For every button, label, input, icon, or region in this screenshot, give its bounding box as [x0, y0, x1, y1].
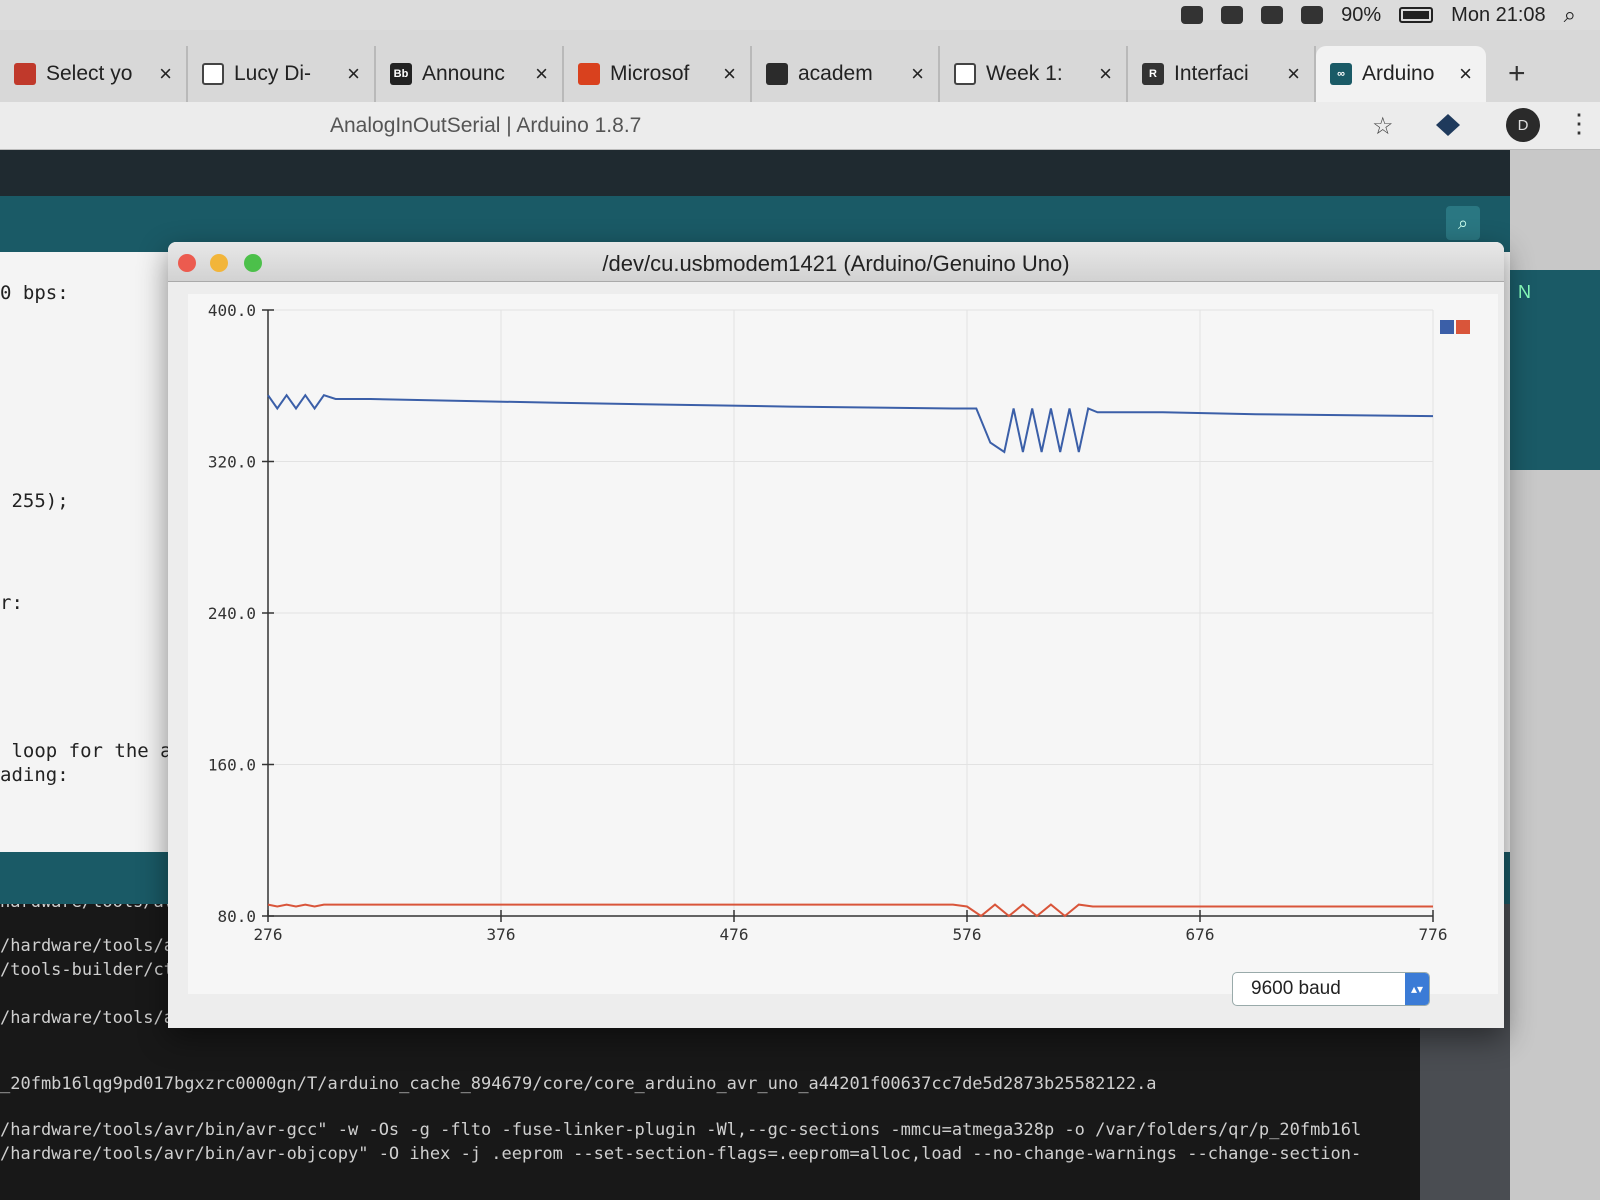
- code-line: 0 bps:: [0, 282, 69, 304]
- tab-close-icon[interactable]: ×: [1459, 61, 1472, 87]
- browser-tab[interactable]: Week 1: ×: [940, 46, 1128, 102]
- spotlight-search-icon[interactable]: ⌕: [1564, 2, 1576, 28]
- x-tick-label: 776: [1419, 925, 1448, 944]
- plot-area: 400.0 320.0 240.0 160.0 80.0 276 376 476 576 676 7…: [188, 294, 1498, 994]
- dropbox-icon[interactable]: [1181, 6, 1204, 24]
- browser-tab[interactable]: R Interfaci ×: [1128, 46, 1316, 102]
- tab-favicon-icon: ∞: [1330, 63, 1352, 85]
- browser-tab[interactable]: Lucy Di- ×: [188, 46, 376, 102]
- y-tick-label: 320.0: [208, 453, 256, 472]
- side-panel: N: [1510, 270, 1600, 470]
- browser-tab[interactable]: ∞ Arduino ×: [1316, 46, 1486, 102]
- series-line-2: [267, 903, 1433, 918]
- x-tick-label: 276: [254, 925, 283, 944]
- legend-swatch-series2: [1456, 320, 1470, 334]
- x-tick-label: 576: [953, 925, 982, 944]
- tab-favicon-icon: R: [1142, 63, 1164, 85]
- console-line: /hardware/tools/avr/bin/avr-objcopy" -O …: [0, 1144, 1362, 1164]
- code-line: loop for the ana: [0, 740, 195, 762]
- browser-tab[interactable]: Bb Announc ×: [376, 46, 564, 102]
- tab-title: Lucy Di-: [234, 62, 312, 85]
- y-tick-label: 400.0: [208, 301, 256, 320]
- tab-title: Select yo: [46, 62, 133, 85]
- window-title: AnalogInOutSerial | Arduino 1.8.7: [330, 114, 642, 137]
- console-line: /hardware/tools/av: [0, 936, 185, 956]
- x-tick-label: 476: [720, 925, 749, 944]
- tab-favicon-icon: Bb: [390, 63, 412, 85]
- line-chart: 400.0 320.0 240.0 160.0 80.0276 376 476 576 676 7…: [208, 301, 1448, 944]
- tab-close-icon[interactable]: ×: [723, 61, 736, 87]
- y-tick-label: 160.0: [208, 756, 256, 775]
- tab-close-icon[interactable]: ×: [911, 61, 924, 87]
- baud-rate-select[interactable]: 9600 baud ▴▾: [1232, 972, 1430, 1006]
- tab-title: Microsof: [610, 62, 690, 85]
- new-tab-button[interactable]: +: [1486, 46, 1548, 102]
- right-pane: N: [1510, 150, 1600, 1200]
- plotter-title: /dev/cu.usbmodem1421 (Arduino/Genuino Un…: [602, 251, 1070, 276]
- tab-favicon-icon: [766, 63, 788, 85]
- tab-close-icon[interactable]: ×: [159, 61, 172, 87]
- console-line: /hardware/tools/avr/bin/avr-gcc" -w -Os …: [0, 1120, 1362, 1140]
- tab-favicon-icon: [578, 63, 600, 85]
- browser-menu-icon[interactable]: ⋮: [1566, 108, 1592, 139]
- browser-tab[interactable]: academ ×: [752, 46, 940, 102]
- browser-tab[interactable]: Microsof ×: [564, 46, 752, 102]
- code-line: ading:: [0, 764, 69, 786]
- series-line-1: [267, 393, 1434, 454]
- app-title-bar: AnalogInOutSerial | Arduino 1.8.7 ☆ D ⋮: [0, 102, 1600, 150]
- cloud-icon[interactable]: [1221, 6, 1244, 24]
- chart-legend: [1440, 320, 1470, 334]
- system-menu-bar: 90% Mon 21:08 ⌕: [0, 0, 1600, 30]
- x-tick-label: 376: [487, 925, 516, 944]
- y-tick-label: 240.0: [208, 604, 256, 623]
- volume-icon[interactable]: [1301, 6, 1324, 24]
- battery-percent: 90%: [1341, 3, 1382, 26]
- tab-close-icon[interactable]: ×: [1287, 61, 1300, 87]
- code-line: 255);: [0, 490, 69, 512]
- console-line: _20fmb16lqg9pd017bgxzrc0000gn/T/arduino_…: [0, 1074, 1157, 1094]
- battery-icon[interactable]: [1399, 7, 1434, 23]
- code-line: r:: [0, 592, 23, 614]
- tab-favicon-icon: [14, 63, 36, 85]
- plotter-title-bar[interactable]: /dev/cu.usbmodem1421 (Arduino/Genuino Un…: [168, 242, 1504, 282]
- console-line: /tools-builder/ctd: [0, 960, 185, 980]
- wifi-icon[interactable]: [1261, 6, 1284, 24]
- tab-title: Announc: [422, 62, 505, 85]
- bookmark-star-icon[interactable]: ☆: [1372, 112, 1394, 141]
- ide-toolbar: [0, 150, 1510, 196]
- legend-swatch-series1: [1440, 320, 1454, 334]
- serial-monitor-icon[interactable]: ⌕: [1446, 206, 1480, 240]
- browser-tab[interactable]: Select yo ×: [0, 46, 188, 102]
- baud-rate-value: 9600 baud: [1251, 978, 1341, 999]
- console-line: hardware/tools/av: [0, 904, 174, 912]
- select-arrows-icon: ▴▾: [1405, 973, 1429, 1005]
- y-tick-label: 80.0: [217, 907, 256, 926]
- tab-title: academ: [798, 62, 873, 85]
- serial-plotter-window: /dev/cu.usbmodem1421 (Arduino/Genuino Un…: [168, 242, 1504, 1028]
- tab-title: Week 1:: [986, 62, 1063, 85]
- tab-close-icon[interactable]: ×: [1099, 61, 1112, 87]
- profile-avatar[interactable]: D: [1506, 108, 1540, 142]
- extension-icon[interactable]: [1436, 114, 1460, 136]
- tab-close-icon[interactable]: ×: [347, 61, 360, 87]
- browser-tab-strip: Select yo × Lucy Di- × Bb Announc × Microsof × ac…: [0, 30, 1600, 102]
- tab-favicon-icon: [202, 63, 224, 85]
- tab-title: Interfaci: [1174, 62, 1249, 85]
- menubar-clock[interactable]: Mon 21:08: [1451, 4, 1546, 27]
- tab-title: Arduino: [1362, 62, 1435, 85]
- side-panel-label: N: [1518, 282, 1531, 302]
- tab-close-icon[interactable]: ×: [535, 61, 548, 87]
- x-tick-label: 676: [1186, 925, 1215, 944]
- tab-favicon-icon: [954, 63, 976, 85]
